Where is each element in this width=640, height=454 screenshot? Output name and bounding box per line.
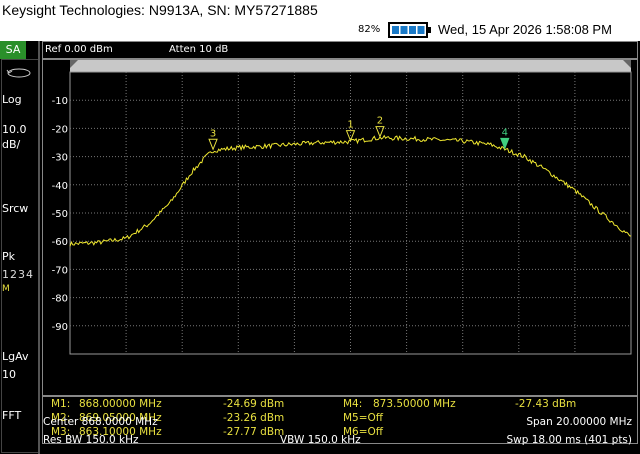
y-tick-label: -60 xyxy=(52,237,68,248)
sweep-mode[interactable]: Srcw xyxy=(2,202,28,215)
marker-m4-value: -27.43 dBm xyxy=(515,398,577,410)
attenuation[interactable]: Atten 10 dB xyxy=(169,43,228,56)
spectrum-trace xyxy=(69,134,632,247)
y-tick-label: -90 xyxy=(52,322,68,333)
y-tick-label: -70 xyxy=(52,265,68,276)
sweep-time[interactable]: Swp 18.00 ms (401 pts) xyxy=(506,434,632,447)
center-frequency[interactable]: Center 868.0000 MHz xyxy=(43,416,158,429)
marker-m1-freq: 868.00000 MHz xyxy=(79,398,162,410)
title-bar: Keysight Technologies: N9913A, SN: MY572… xyxy=(0,0,640,20)
scale-unit: dB/ xyxy=(2,138,21,151)
average-type[interactable]: LgAv xyxy=(2,350,29,363)
detector-mode[interactable]: Pk xyxy=(2,250,15,263)
y-tick-label: -10 xyxy=(52,96,68,107)
y-tick-label: -40 xyxy=(52,181,68,192)
main-panel: Ref 0.00 dBm Atten 10 dB -10 -20 -30 -40 -50… xyxy=(40,41,640,454)
span[interactable]: Span 20.00000 MHz xyxy=(526,416,632,429)
app-title: Keysight Technologies: N9913A, SN: MY572… xyxy=(2,2,318,18)
y-tick-label: -80 xyxy=(52,294,68,305)
fft-label[interactable]: FFT xyxy=(2,409,21,422)
marker-m1-value: -24.69 dBm xyxy=(223,398,285,410)
refresh-icon[interactable] xyxy=(6,67,32,79)
marker-3-symbol xyxy=(208,138,218,151)
res-bw[interactable]: Res BW 150.0 kHz xyxy=(43,434,139,447)
y-tick-label: -30 xyxy=(52,153,68,164)
mode-sa-button[interactable]: SA xyxy=(0,41,26,59)
vbw[interactable]: VBW 150.0 kHz xyxy=(280,434,361,447)
clock: Wed, 15 Apr 2026 1:58:08 PM xyxy=(438,22,612,37)
marker-3-label: 3 xyxy=(210,128,216,139)
y-tick-label: -20 xyxy=(52,124,68,135)
scale-type[interactable]: Log xyxy=(2,93,22,106)
marker-m4-name[interactable]: M4: xyxy=(343,398,362,411)
scale-value[interactable]: 10.0 xyxy=(2,123,27,136)
marker-2-label: 2 xyxy=(377,116,383,127)
marker-m1-name[interactable]: M1: xyxy=(51,398,70,411)
marker-1-label: 1 xyxy=(347,120,353,131)
header-bar: Ref 0.00 dBm Atten 10 dB xyxy=(42,41,638,59)
plot-area[interactable]: -10 -20 -30 -40 -50 -60 -70 -80 -90 1 2 3 4 xyxy=(42,59,638,397)
trace-list[interactable]: 1234 xyxy=(2,268,34,281)
marker-4-label: 4 xyxy=(502,127,508,138)
y-tick-label: -50 xyxy=(52,209,68,220)
status-bar: 82% Wed, 15 Apr 2026 1:58:08 PM xyxy=(0,20,640,41)
battery-percent: 82% xyxy=(358,24,381,35)
trace-mode: M xyxy=(2,284,10,294)
average-count: 10 xyxy=(2,368,16,381)
footer-bar: Center 868.0000 MHz Span 20.00000 MHz Re… xyxy=(42,412,636,454)
ref-level[interactable]: Ref 0.00 dBm xyxy=(45,43,113,56)
battery-icon xyxy=(388,22,431,38)
spectrum-chart[interactable]: -10 -20 -30 -40 -50 -60 -70 -80 -90 1 2 3 4 xyxy=(43,60,637,396)
top-ruler xyxy=(70,60,631,72)
marker-m4-freq: 873.50000 MHz xyxy=(373,398,456,410)
left-sidebar: SA Log 10.0 dB/ Srcw Pk 1234 M LgAv 10 F… xyxy=(0,41,39,454)
